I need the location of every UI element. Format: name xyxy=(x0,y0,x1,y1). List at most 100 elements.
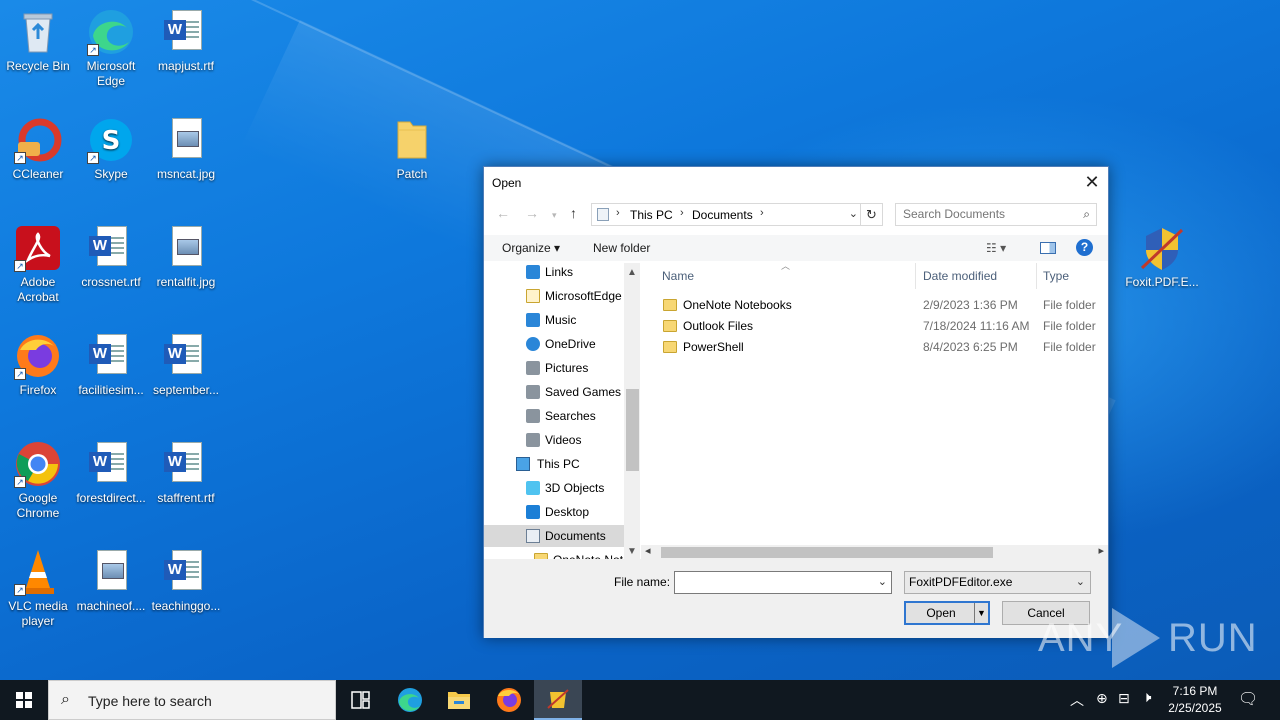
taskbar-firefox-button[interactable] xyxy=(485,680,533,720)
tree-item-label: Desktop xyxy=(545,505,590,519)
task-view-icon xyxy=(351,691,370,709)
taskbar-edge-button[interactable] xyxy=(386,680,434,720)
tree-item-saved-games[interactable]: Saved Games xyxy=(484,381,624,403)
close-icon[interactable]: ✕ xyxy=(1076,167,1108,197)
help-icon[interactable]: ? xyxy=(1076,239,1093,256)
tree-item-microsoftedge[interactable]: MicrosoftEdge xyxy=(484,285,624,307)
anyrun-watermark: ANY RUN xyxy=(1038,606,1257,670)
desktop-icon-machineof[interactable]: machineof.... xyxy=(73,548,149,614)
file-type-select[interactable]: FoxitPDFEditor.exe ⌄ xyxy=(904,571,1091,594)
address-bar[interactable]: › This PC › Documents › ⌄ ↻ xyxy=(591,203,883,226)
tree-item-this-pc[interactable]: This PC xyxy=(484,453,624,475)
desktop-icon-label: rentalfit.jpg xyxy=(156,275,216,289)
column-divider[interactable] xyxy=(1036,263,1037,289)
tree-item-pictures[interactable]: Pictures xyxy=(484,357,624,379)
desktop-icon-september[interactable]: W september... xyxy=(148,332,224,398)
file-name-input[interactable]: ⌄ xyxy=(674,571,892,594)
search-input[interactable] xyxy=(896,204,1066,224)
desktop-icon-rentalfit[interactable]: rentalfit.jpg xyxy=(148,224,224,290)
scrollbar-thumb[interactable] xyxy=(626,389,639,471)
desktop-icon-staffrent[interactable]: W staffrent.rtf xyxy=(148,440,224,506)
tree-item-onedrive[interactable]: OneDrive xyxy=(484,333,624,355)
system-clock[interactable]: 7:16 PM 2/25/2025 xyxy=(1162,683,1228,717)
column-header-date-modified[interactable]: Date modified xyxy=(923,269,997,283)
desktop-icon-skype[interactable]: S ↗ Skype xyxy=(73,116,149,182)
onedrive-cloud-icon xyxy=(526,337,540,351)
desktop-icon-foxit[interactable]: Foxit.PDF.E... xyxy=(1124,224,1200,290)
breadcrumb-chevron-icon[interactable]: › xyxy=(616,207,620,219)
tree-item-music[interactable]: Music xyxy=(484,309,624,331)
scroll-left-icon[interactable]: ◂ xyxy=(645,544,651,557)
desktop-icon-facilitiesim[interactable]: W facilitiesim... xyxy=(73,332,149,398)
file-explorer-icon xyxy=(448,692,470,709)
desktop-icon-crossnet[interactable]: W crossnet.rtf xyxy=(73,224,149,290)
show-hidden-icons-chevron-icon[interactable]: ︿ xyxy=(1070,690,1084,720)
shortcut-arrow-icon: ↗ xyxy=(14,584,26,596)
network-icon[interactable]: ⊟ xyxy=(1118,690,1130,720)
chevron-down-icon[interactable]: ⌄ xyxy=(878,575,887,588)
back-arrow-icon[interactable]: ← xyxy=(496,205,510,221)
file-name: PowerShell xyxy=(683,340,744,354)
new-folder-button[interactable]: New folder xyxy=(593,241,650,255)
scroll-down-icon[interactable]: ▼ xyxy=(627,546,637,557)
tree-item-desktop[interactable]: Desktop xyxy=(484,501,624,523)
breadcrumb-this-pc[interactable]: This PC xyxy=(630,208,673,222)
open-split-dropdown-icon[interactable]: ▼ xyxy=(974,603,988,623)
desktop-icon-mapjust[interactable]: W mapjust.rtf xyxy=(148,8,224,74)
navigation-scrollbar[interactable]: ▲ ▼ xyxy=(624,263,640,559)
desktop-icon-google-chrome[interactable]: ↗ Google Chrome xyxy=(0,440,76,521)
file-row[interactable]: PowerShell 8/4/2023 6:25 PM File folder xyxy=(657,337,1107,358)
scroll-up-icon[interactable]: ▲ xyxy=(627,267,637,278)
desktop-icon-adobe-acrobat[interactable]: ↗ Adobe Acrobat xyxy=(0,224,76,305)
recent-locations-chevron-icon[interactable]: ▾ xyxy=(552,210,557,221)
address-dropdown-icon[interactable]: ⌄ xyxy=(849,207,858,220)
up-arrow-icon[interactable]: ↑ xyxy=(570,205,577,221)
refresh-icon[interactable]: ↻ xyxy=(860,204,882,225)
view-options-icon[interactable]: ☷ ▾ xyxy=(986,241,1006,255)
column-header-name[interactable]: Name xyxy=(662,269,694,283)
security-tray-icon[interactable]: ⊕ xyxy=(1096,690,1108,720)
search-box[interactable]: ⌕ xyxy=(895,203,1097,226)
desktop-icon-ccleaner[interactable]: ↗ CCleaner xyxy=(0,116,76,182)
desktop: Recycle Bin ↗ CCleaner ↗ Adobe Acrobat ↗… xyxy=(0,0,1280,680)
notifications-icon[interactable]: 🗨 xyxy=(1238,689,1258,720)
desktop-icon-forestdirect[interactable]: W forestdirect... xyxy=(73,440,149,506)
tree-item-links[interactable]: Links xyxy=(484,263,624,283)
desktop-icon-recycle-bin[interactable]: Recycle Bin xyxy=(0,8,76,74)
desktop-icon-vlc[interactable]: ↗ VLC media player xyxy=(0,548,76,629)
tree-item-videos[interactable]: Videos xyxy=(484,429,624,451)
horizontal-scrollbar[interactable]: ◂ ▸ xyxy=(641,545,1108,559)
desktop-icon-label: Foxit.PDF.E... xyxy=(1125,275,1199,289)
organize-label: Organize xyxy=(502,241,551,255)
desktop-icon-firefox[interactable]: ↗ Firefox xyxy=(0,332,76,398)
open-button[interactable]: Open ▼ xyxy=(904,601,990,625)
taskbar-search-box[interactable]: ⌕ Type here to search xyxy=(48,680,336,720)
desktop-icon-teachinggo[interactable]: W teachinggo... xyxy=(148,548,224,614)
scroll-right-icon[interactable]: ▸ xyxy=(1098,544,1104,557)
breadcrumb-documents[interactable]: Documents xyxy=(692,208,753,222)
tree-item-documents[interactable]: Documents xyxy=(484,525,624,547)
file-row[interactable]: OneNote Notebooks 2/9/2023 1:36 PM File … xyxy=(657,295,1107,316)
desktop-icon-label: crossnet.rtf xyxy=(81,275,141,289)
desktop-icon-msncat[interactable]: msncat.jpg xyxy=(148,116,224,182)
breadcrumb-chevron-icon[interactable]: › xyxy=(760,207,764,219)
tree-item-label: Videos xyxy=(545,433,582,447)
tree-item-3d-objects[interactable]: 3D Objects xyxy=(484,477,624,499)
scrollbar-thumb[interactable] xyxy=(661,547,993,558)
taskbar-file-explorer-button[interactable] xyxy=(435,680,483,720)
forward-arrow-icon[interactable]: → xyxy=(525,205,539,221)
desktop-icon-patch[interactable]: Patch xyxy=(374,116,450,182)
preview-pane-icon[interactable] xyxy=(1040,242,1056,254)
volume-icon[interactable]: 🕨 xyxy=(1142,689,1151,720)
tree-item-onenote[interactable]: OneNote Not xyxy=(484,549,624,559)
breadcrumb-chevron-icon[interactable]: › xyxy=(680,207,684,219)
column-header-type[interactable]: Type xyxy=(1043,269,1069,283)
column-divider[interactable] xyxy=(915,263,916,289)
tree-item-searches[interactable]: Searches xyxy=(484,405,624,427)
file-row[interactable]: Outlook Files 7/18/2024 11:16 AM File fo… xyxy=(657,316,1107,337)
desktop-icon-microsoft-edge[interactable]: ↗ Microsoft Edge xyxy=(73,8,149,89)
organize-button[interactable]: Organize ▾ xyxy=(502,241,560,255)
taskbar-foxit-button[interactable] xyxy=(534,680,582,720)
task-view-button[interactable] xyxy=(336,680,384,720)
start-button[interactable] xyxy=(0,680,48,720)
